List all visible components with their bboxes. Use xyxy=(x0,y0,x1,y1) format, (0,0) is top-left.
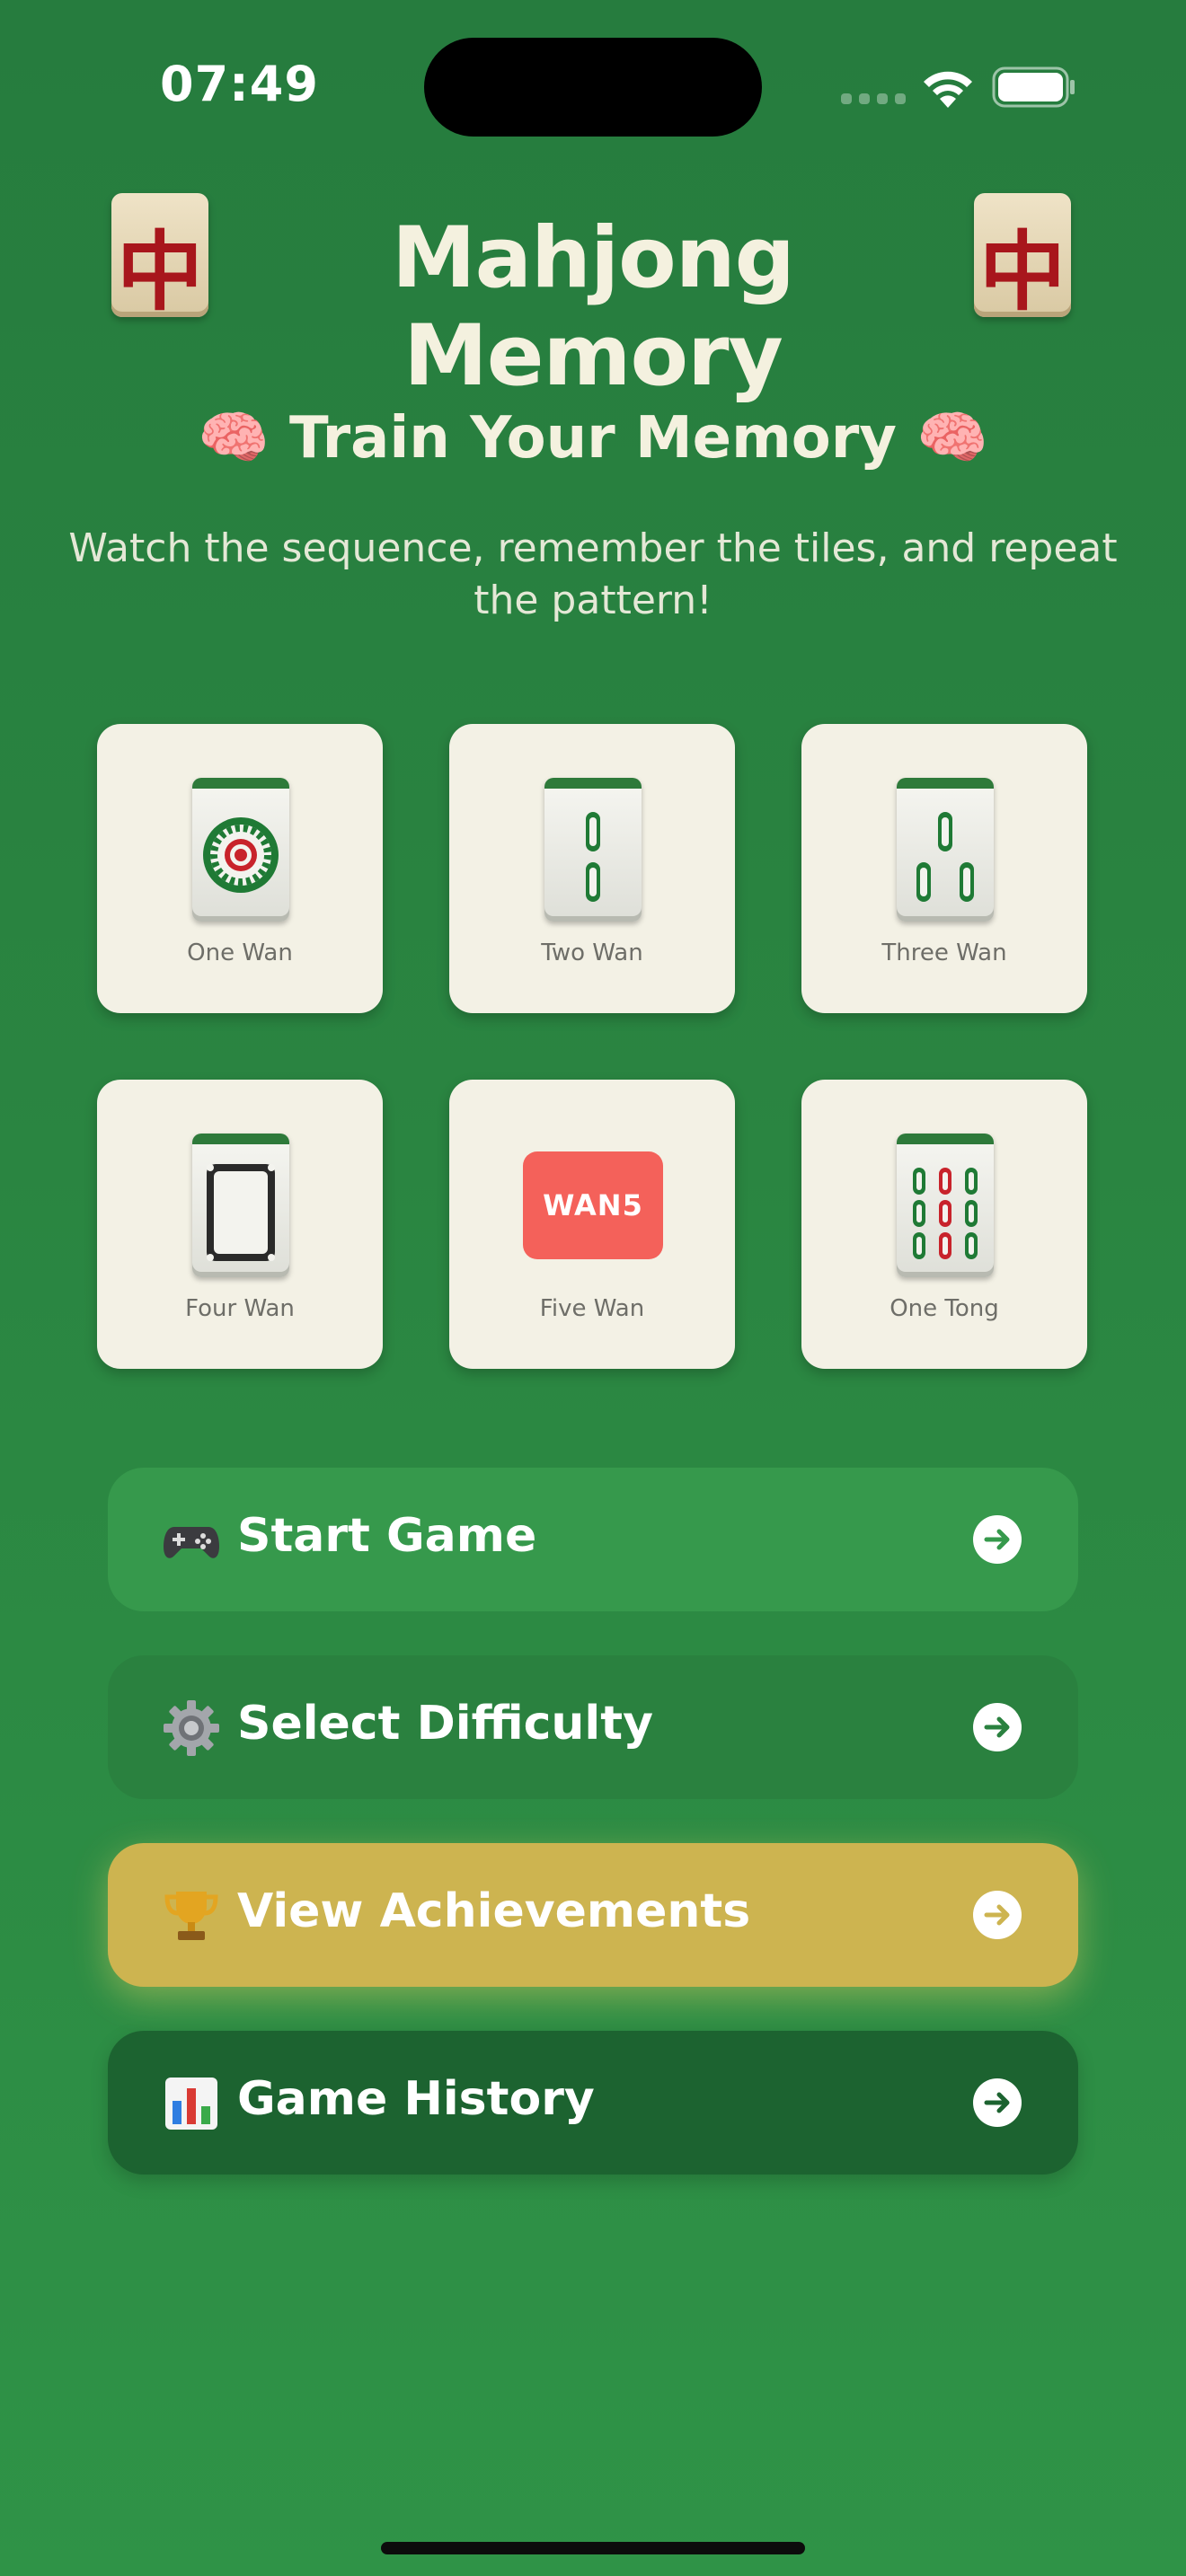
game-history-button[interactable]: Game History xyxy=(108,2031,1078,2175)
battery-icon xyxy=(992,66,1075,108)
tile-card-one-tong[interactable]: One Tong xyxy=(801,1080,1087,1369)
red-dragon-tile-icon: 中 xyxy=(111,193,208,322)
select-difficulty-label: Select Difficulty xyxy=(237,1697,653,1751)
view-achievements-button[interactable]: View Achievements xyxy=(108,1843,1078,1987)
dynamic-island xyxy=(424,38,762,137)
two-bamboo-tile-icon xyxy=(544,778,642,922)
tile-label: One Wan xyxy=(187,940,293,966)
red-dragon-tile-icon: 中 xyxy=(974,193,1071,322)
home-indicator[interactable] xyxy=(381,2542,805,2554)
bar-chart-icon xyxy=(165,2078,217,2130)
one-dot-tile-icon xyxy=(192,778,289,922)
view-achievements-label: View Achievements xyxy=(237,1884,751,1938)
tile-label: Four Wan xyxy=(185,1295,295,1322)
arrow-right-circle-icon xyxy=(973,1891,1022,1939)
game-controller-icon xyxy=(164,1527,219,1558)
tile-label: Three Wan xyxy=(881,940,1007,966)
arrow-right-circle-icon xyxy=(973,1703,1022,1751)
gear-icon xyxy=(164,1700,219,1756)
start-game-button[interactable]: Start Game xyxy=(108,1468,1078,1611)
tile-card-four-wan[interactable]: Four Wan xyxy=(97,1080,383,1369)
app-title: Mahjong Memory xyxy=(392,209,795,405)
select-difficulty-button[interactable]: Select Difficulty xyxy=(108,1655,1078,1799)
title-row: 中 Mahjong Memory 中 xyxy=(0,193,1186,405)
start-game-label: Start Game xyxy=(237,1509,537,1563)
tile-card-one-wan[interactable]: One Wan xyxy=(97,724,383,1013)
trophy-icon xyxy=(164,1892,218,1940)
nine-bamboo-tile-icon xyxy=(897,1134,994,1277)
status-time: 07:49 xyxy=(160,56,319,112)
tile-card-two-wan[interactable]: Two Wan xyxy=(449,724,735,1013)
tile-card-five-wan[interactable]: WAN5 Five Wan xyxy=(449,1080,735,1369)
description: Watch the sequence, remember the tiles, … xyxy=(68,525,1118,623)
cellular-signal-icon xyxy=(841,93,906,104)
wan5-badge: WAN5 xyxy=(523,1151,663,1259)
status-bar: 07:49 xyxy=(0,0,1186,171)
tile-card-three-wan[interactable]: Three Wan xyxy=(801,724,1087,1013)
subtitle: 🧠 Train Your Memory 🧠 xyxy=(198,405,988,472)
tile-label: One Tong xyxy=(890,1295,999,1322)
wifi-icon xyxy=(924,71,972,108)
game-history-label: Game History xyxy=(237,2072,595,2126)
tile-label: Two Wan xyxy=(541,940,643,966)
tile-label: Five Wan xyxy=(539,1295,645,1322)
three-bamboo-tile-icon xyxy=(897,778,994,922)
arrow-right-circle-icon xyxy=(973,1515,1022,1564)
arrow-right-circle-icon xyxy=(973,2078,1022,2127)
white-dragon-tile-icon xyxy=(192,1134,289,1277)
